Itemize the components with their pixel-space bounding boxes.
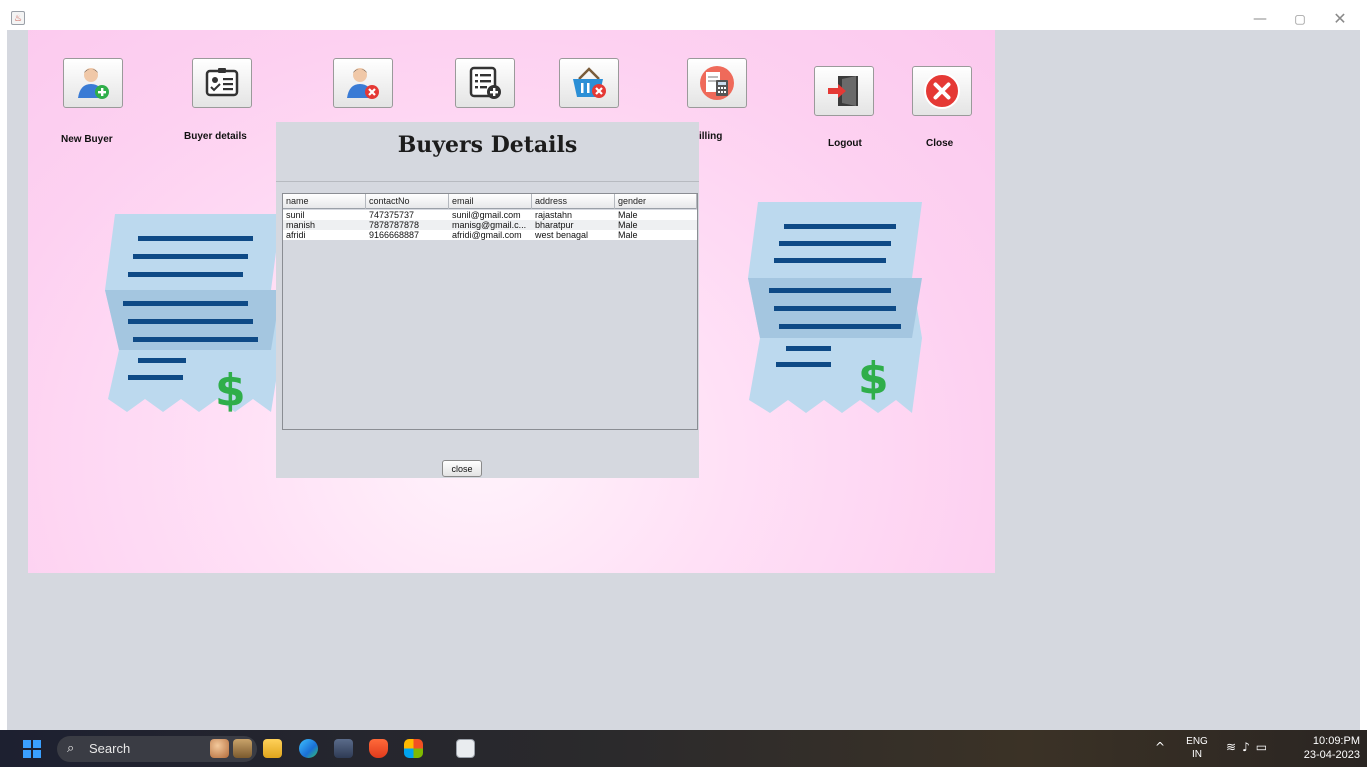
clock-date: 23-04-2023 [1303, 749, 1360, 761]
buyers-table[interactable]: name contactNo email address gender suni… [282, 193, 698, 430]
brave-icon[interactable] [369, 739, 388, 758]
logout-label: Logout [828, 138, 862, 149]
cell-contactno: 7878787878 [369, 220, 420, 230]
java-icon: ♨ [11, 11, 25, 25]
dialog-close-button[interactable]: close [442, 460, 482, 477]
taskbar-clock[interactable]: 10:09:PM 23-04-2023 [1296, 734, 1360, 762]
calculator-icon [700, 66, 734, 100]
cell-contactno: 747375737 [369, 210, 415, 220]
edge-icon[interactable] [299, 739, 318, 758]
close-app-button[interactable] [912, 66, 972, 116]
column-header-contactno[interactable]: contactNo [366, 194, 449, 209]
clock-time: 10:09:PM [1312, 735, 1360, 747]
cell-name: afridi [286, 230, 306, 240]
add-user-icon [78, 68, 109, 99]
delete-user-icon [347, 68, 379, 99]
billing-label: illing [699, 131, 723, 142]
cell-email: sunil@gmail.com [452, 210, 521, 220]
table-row[interactable]: manish 7878787878 manisg@gmail.c... bhar… [283, 220, 697, 230]
windows-start-icon[interactable] [23, 740, 41, 758]
close-app-label: Close [926, 138, 954, 149]
cell-email: manisg@gmail.c... [452, 220, 527, 230]
buyer-details-label: Buyer details [184, 131, 247, 142]
language-indicator[interactable]: ENG IN [1186, 735, 1208, 761]
chevron-up-icon[interactable]: ^ [1155, 740, 1165, 754]
new-buyer-button[interactable] [63, 58, 123, 108]
java-icon[interactable] [456, 739, 475, 758]
cell-name: sunil [286, 210, 305, 220]
window-close-button[interactable]: ✕ [1320, 8, 1360, 30]
folder-icon[interactable] [263, 739, 282, 758]
receipt-illustration-right: $ [748, 202, 922, 413]
column-header-name[interactable]: name [283, 194, 366, 209]
people-icon[interactable] [210, 739, 229, 758]
table-row[interactable]: sunil 747375737 sunil@gmail.com rajastah… [283, 210, 697, 220]
window-client-area: New Buyer Buyer details illing Logout Cl… [7, 30, 1360, 730]
language-line-1: ENG [1186, 736, 1208, 747]
volume-icon[interactable]: ♪ [1242, 740, 1256, 754]
cell-address: west benagal [535, 230, 589, 240]
dialog-separator [276, 181, 699, 182]
files-icon[interactable] [233, 739, 252, 758]
receipt-illustration-left: $ [105, 214, 281, 416]
language-line-2: IN [1192, 749, 1202, 760]
id-card-icon [205, 68, 239, 97]
cell-name: manish [286, 220, 316, 230]
office-icon[interactable] [404, 739, 423, 758]
tray-icons[interactable]: ≋♪▭ [1226, 740, 1273, 754]
cell-address: bharatpur [535, 220, 574, 230]
logout-door-icon [828, 76, 858, 106]
logout-button[interactable] [814, 66, 874, 116]
battery-icon[interactable]: ▭ [1256, 740, 1273, 754]
close-circle-icon [924, 73, 960, 109]
table-header: name contactNo email address gender [283, 194, 697, 209]
billing-button[interactable] [687, 58, 747, 108]
search-label: Search [89, 741, 131, 756]
buyers-details-dialog: Buyers Details name contactNo email addr… [276, 122, 699, 478]
store-icon[interactable] [334, 739, 353, 758]
dollar-sign-icon: $ [858, 353, 889, 404]
column-header-address[interactable]: address [532, 194, 615, 209]
minimize-button[interactable]: — [1240, 8, 1280, 30]
column-header-email[interactable]: email [449, 194, 532, 209]
cell-gender: Male [618, 220, 638, 230]
new-buyer-label: New Buyer [61, 134, 113, 145]
basket-remove-icon [573, 67, 606, 98]
column-header-gender[interactable]: gender [615, 194, 697, 209]
delete-buyer-button[interactable] [333, 58, 393, 108]
add-product-button[interactable] [455, 58, 515, 108]
cell-email: afridi@gmail.com [452, 230, 522, 240]
buyer-details-button[interactable] [192, 58, 252, 108]
add-list-icon [469, 66, 501, 99]
cell-gender: Male [618, 210, 638, 220]
dialog-title: Buyers Details [397, 132, 578, 158]
dollar-sign-icon: $ [215, 365, 246, 416]
wifi-icon[interactable]: ≋ [1226, 740, 1242, 754]
taskbar: ⌕ Search ^ ENG IN ≋♪▭ 10:09:PM 23-04-202… [0, 730, 1367, 767]
cell-address: rajastahn [535, 210, 573, 220]
main-panel: New Buyer Buyer details illing Logout Cl… [28, 30, 995, 573]
cell-contactno: 9166668887 [369, 230, 420, 240]
table-row[interactable]: afridi 9166668887 afridi@gmail.com west … [283, 230, 697, 240]
window-titlebar: ♨ — ▢ ✕ [7, 8, 1360, 30]
remove-product-button[interactable] [559, 58, 619, 108]
search-icon: ⌕ [67, 741, 75, 756]
maximize-button[interactable]: ▢ [1280, 8, 1320, 30]
cell-gender: Male [618, 230, 638, 240]
